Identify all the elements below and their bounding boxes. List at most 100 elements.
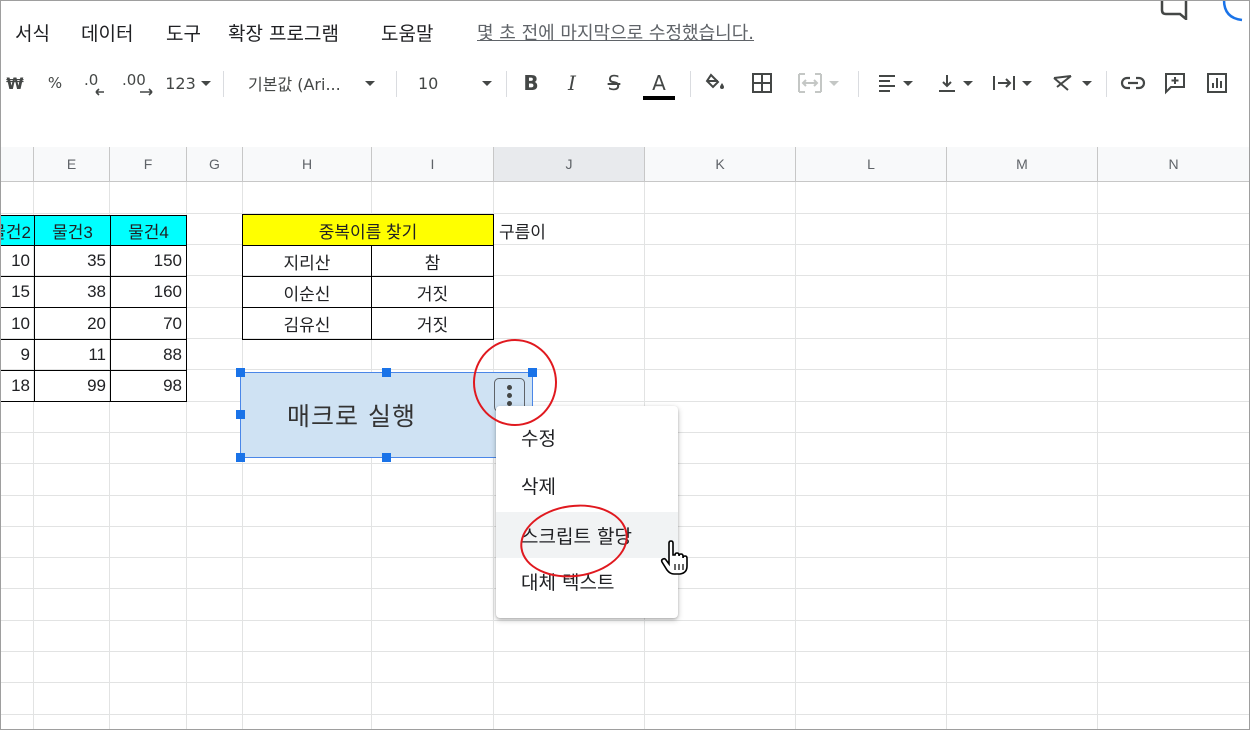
kebab-dot-icon (507, 400, 512, 406)
dup-table-title[interactable]: 중복이름 찾기 (242, 214, 494, 246)
table-header-cell[interactable]: 물건2 (0, 215, 35, 246)
table-cell[interactable]: 거짓 (371, 276, 494, 308)
resize-handle[interactable] (236, 368, 245, 377)
more-formats-dropdown[interactable]: 123 (163, 60, 213, 106)
chart-icon (1207, 73, 1227, 93)
strikethrough-button[interactable]: S (601, 60, 627, 106)
comment-icon[interactable] (1158, 0, 1192, 20)
table-header-cell[interactable]: 물건3 (34, 215, 111, 246)
table-cell[interactable]: 160 (110, 276, 187, 308)
align-left-icon (878, 75, 895, 92)
table-cell[interactable]: 70 (110, 307, 187, 340)
gridline (946, 182, 947, 730)
text-wrapping-dropdown[interactable] (986, 60, 1036, 106)
table-cell[interactable]: 150 (110, 245, 187, 277)
drawing-context-menu: 수정 삭제 스크립트 할당 대체 텍스트 (496, 406, 678, 618)
table-cell[interactable]: 9 (0, 339, 35, 371)
column-header-j[interactable]: J (494, 147, 645, 182)
insert-comment-button[interactable] (1160, 60, 1190, 106)
menu-item-assign-script[interactable]: 스크립트 할당 (496, 512, 678, 558)
column-header-g[interactable]: G (187, 147, 243, 182)
chevron-down-icon (902, 80, 913, 86)
column-header-h[interactable]: H (243, 147, 372, 182)
resize-handle[interactable] (528, 368, 537, 377)
resize-handle[interactable] (236, 453, 245, 462)
table-cell[interactable]: 10 (0, 307, 35, 340)
menu-extensions[interactable]: 확장 프로그램 (228, 19, 339, 46)
menu-help[interactable]: 도움말 (381, 19, 433, 46)
horizontal-align-dropdown[interactable] (870, 60, 918, 106)
merge-cells-button[interactable] (792, 60, 842, 106)
menu-data[interactable]: 데이터 (81, 19, 133, 46)
italic-button[interactable]: I (559, 60, 585, 106)
text-rotation-dropdown[interactable] (1046, 60, 1096, 106)
table-cell[interactable]: 지리산 (242, 245, 372, 277)
column-header-d[interactable] (0, 147, 34, 182)
cell-j-value[interactable]: 구름이 (495, 214, 645, 246)
table-cell[interactable]: 99 (34, 370, 111, 402)
borders-icon (752, 73, 772, 93)
text-color-button[interactable]: A (642, 60, 676, 106)
column-header-e[interactable]: E (34, 147, 110, 182)
table-cell[interactable]: 98 (110, 370, 187, 402)
font-size-dropdown[interactable]: 10 (408, 60, 496, 106)
table-cell[interactable]: 10 (0, 245, 35, 277)
chevron-down-icon (828, 80, 839, 86)
column-header-n[interactable]: N (1098, 147, 1250, 182)
menu-format[interactable]: 서식 (15, 19, 50, 46)
borders-button[interactable] (748, 60, 776, 106)
gridline (0, 682, 1250, 683)
currency-format-button[interactable]: ₩ (4, 60, 26, 106)
font-family-dropdown[interactable]: 기본값 (Ari... (240, 60, 385, 106)
decrease-decimal-button[interactable]: .0 (80, 60, 110, 106)
column-header-i[interactable]: I (372, 147, 494, 182)
column-header-k[interactable]: K (645, 147, 796, 182)
toolbar: ₩ % .0 .00 123 기본값 (Ari... 10 B I S A (0, 60, 1250, 106)
gridline (0, 275, 1250, 276)
gridline (0, 369, 1250, 370)
insert-chart-button[interactable] (1202, 60, 1232, 106)
table-cell[interactable]: 11 (34, 339, 111, 371)
column-header-m[interactable]: M (947, 147, 1098, 182)
table-cell[interactable]: 참 (371, 245, 494, 277)
macro-button-drawing[interactable]: 매크로 실행 (240, 372, 533, 458)
insert-link-button[interactable] (1118, 60, 1148, 106)
column-header-l[interactable]: L (796, 147, 947, 182)
decrease-decimal-icon: .0 (84, 71, 104, 96)
column-header-f[interactable]: F (110, 147, 187, 182)
increase-decimal-button[interactable]: .00 (120, 60, 156, 106)
toolbar-divider (1106, 71, 1107, 97)
table-cell[interactable]: 15 (0, 276, 35, 308)
menu-item-alt-text[interactable]: 대체 텍스트 (496, 558, 678, 604)
text-color-swatch (643, 96, 675, 100)
resize-handle[interactable] (382, 368, 391, 377)
menu-item-delete[interactable]: 삭제 (496, 462, 678, 508)
chevron-down-icon (1021, 80, 1032, 86)
toolbar-divider (506, 71, 507, 97)
toolbar-divider (223, 71, 224, 97)
table-cell[interactable]: 35 (34, 245, 111, 277)
vertical-align-dropdown[interactable] (930, 60, 978, 106)
table-cell[interactable]: 38 (34, 276, 111, 308)
last-edit-link[interactable]: 몇 초 전에 마지막으로 수정했습니다. (477, 19, 754, 45)
menu-tools[interactable]: 도구 (166, 19, 201, 46)
table-cell[interactable]: 20 (34, 307, 111, 340)
resize-handle[interactable] (382, 453, 391, 462)
table-cell[interactable]: 88 (110, 339, 187, 371)
account-avatar-icon[interactable] (1222, 0, 1250, 22)
resize-handle[interactable] (236, 410, 245, 419)
svg-text:.00: .00 (122, 71, 146, 89)
table-cell[interactable]: 18 (0, 370, 35, 402)
table-cell[interactable]: 거짓 (371, 307, 494, 340)
percent-format-button[interactable]: % (44, 60, 66, 106)
formula-bar-area (0, 106, 1250, 148)
link-icon (1120, 76, 1146, 90)
menu-item-edit[interactable]: 수정 (496, 414, 678, 460)
kebab-dot-icon (507, 384, 512, 390)
paint-bucket-icon (705, 73, 724, 89)
fill-color-button[interactable] (702, 60, 730, 106)
table-header-cell[interactable]: 물건4 (110, 215, 187, 246)
table-cell[interactable]: 김유신 (242, 307, 372, 340)
table-cell[interactable]: 이순신 (242, 276, 372, 308)
bold-button[interactable]: B (518, 60, 544, 106)
